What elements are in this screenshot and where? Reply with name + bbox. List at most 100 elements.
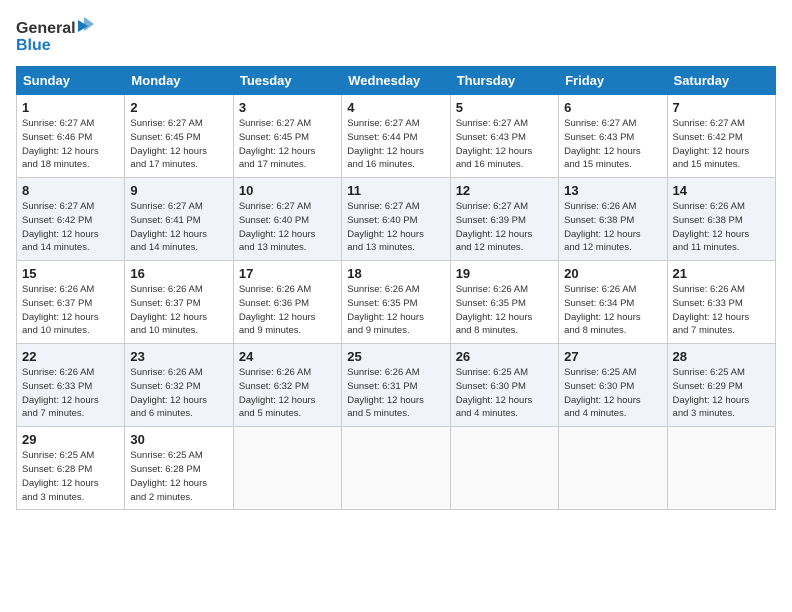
day-number: 1 (22, 100, 119, 115)
day-number: 3 (239, 100, 336, 115)
calendar-cell: 14 Sunrise: 6:26 AM Sunset: 6:38 PM Dayli… (667, 178, 775, 261)
day-number: 23 (130, 349, 227, 364)
calendar-cell (559, 427, 667, 510)
day-number: 12 (456, 183, 553, 198)
day-info: Sunrise: 6:26 AM Sunset: 6:33 PM Dayligh… (22, 366, 119, 421)
page-header: GeneralBlue (16, 16, 776, 54)
calendar-cell: 13 Sunrise: 6:26 AM Sunset: 6:38 PM Dayli… (559, 178, 667, 261)
day-number: 2 (130, 100, 227, 115)
day-info: Sunrise: 6:26 AM Sunset: 6:37 PM Dayligh… (22, 283, 119, 338)
day-number: 10 (239, 183, 336, 198)
day-info: Sunrise: 6:25 AM Sunset: 6:30 PM Dayligh… (456, 366, 553, 421)
day-info: Sunrise: 6:26 AM Sunset: 6:38 PM Dayligh… (564, 200, 661, 255)
calendar-week-row: 15 Sunrise: 6:26 AM Sunset: 6:37 PM Dayli… (17, 261, 776, 344)
weekday-header-tuesday: Tuesday (233, 67, 341, 95)
calendar-cell: 4 Sunrise: 6:27 AM Sunset: 6:44 PM Daylig… (342, 95, 450, 178)
day-number: 7 (673, 100, 770, 115)
svg-text:General: General (16, 20, 76, 37)
calendar-cell (667, 427, 775, 510)
weekday-header-wednesday: Wednesday (342, 67, 450, 95)
day-info: Sunrise: 6:26 AM Sunset: 6:35 PM Dayligh… (347, 283, 444, 338)
calendar-cell: 7 Sunrise: 6:27 AM Sunset: 6:42 PM Daylig… (667, 95, 775, 178)
calendar-cell: 8 Sunrise: 6:27 AM Sunset: 6:42 PM Daylig… (17, 178, 125, 261)
day-info: Sunrise: 6:27 AM Sunset: 6:45 PM Dayligh… (239, 117, 336, 172)
day-info: Sunrise: 6:27 AM Sunset: 6:46 PM Dayligh… (22, 117, 119, 172)
calendar-week-row: 22Sunrise: 6:26 AM Sunset: 6:33 PM Dayli… (17, 344, 776, 427)
day-number: 14 (673, 183, 770, 198)
day-info: Sunrise: 6:26 AM Sunset: 6:37 PM Dayligh… (130, 283, 227, 338)
calendar-cell (450, 427, 558, 510)
day-info: Sunrise: 6:25 AM Sunset: 6:29 PM Dayligh… (673, 366, 770, 421)
day-info: Sunrise: 6:26 AM Sunset: 6:38 PM Dayligh… (673, 200, 770, 255)
day-info: Sunrise: 6:26 AM Sunset: 6:33 PM Dayligh… (673, 283, 770, 338)
calendar-cell: 26 Sunrise: 6:25 AM Sunset: 6:30 PM Dayli… (450, 344, 558, 427)
day-info: Sunrise: 6:26 AM Sunset: 6:31 PM Dayligh… (347, 366, 444, 421)
day-number: 20 (564, 266, 661, 281)
calendar-week-row: 8 Sunrise: 6:27 AM Sunset: 6:42 PM Daylig… (17, 178, 776, 261)
calendar-cell: 21 Sunrise: 6:26 AM Sunset: 6:33 PM Dayli… (667, 261, 775, 344)
weekday-header-sunday: Sunday (17, 67, 125, 95)
day-number: 17 (239, 266, 336, 281)
calendar-cell: 30Sunrise: 6:25 AM Sunset: 6:28 PM Dayli… (125, 427, 233, 510)
calendar-cell: 20 Sunrise: 6:26 AM Sunset: 6:34 PM Dayli… (559, 261, 667, 344)
weekday-header-monday: Monday (125, 67, 233, 95)
day-info: Sunrise: 6:27 AM Sunset: 6:42 PM Dayligh… (673, 117, 770, 172)
calendar-cell: 6Sunrise: 6:27 AM Sunset: 6:43 PM Daylig… (559, 95, 667, 178)
calendar-cell: 2Sunrise: 6:27 AM Sunset: 6:45 PM Daylig… (125, 95, 233, 178)
day-info: Sunrise: 6:25 AM Sunset: 6:28 PM Dayligh… (22, 449, 119, 504)
calendar-cell: 24Sunrise: 6:26 AM Sunset: 6:32 PM Dayli… (233, 344, 341, 427)
calendar-cell: 23 Sunrise: 6:26 AM Sunset: 6:32 PM Dayli… (125, 344, 233, 427)
calendar-cell: 1 Sunrise: 6:27 AM Sunset: 6:46 PM Daylig… (17, 95, 125, 178)
day-number: 19 (456, 266, 553, 281)
calendar-cell: 10 Sunrise: 6:27 AM Sunset: 6:40 PM Dayli… (233, 178, 341, 261)
calendar-cell: 12Sunrise: 6:27 AM Sunset: 6:39 PM Dayli… (450, 178, 558, 261)
day-number: 13 (564, 183, 661, 198)
day-number: 11 (347, 183, 444, 198)
calendar-cell: 28 Sunrise: 6:25 AM Sunset: 6:29 PM Dayli… (667, 344, 775, 427)
calendar-cell (233, 427, 341, 510)
day-info: Sunrise: 6:27 AM Sunset: 6:40 PM Dayligh… (239, 200, 336, 255)
day-info: Sunrise: 6:26 AM Sunset: 6:35 PM Dayligh… (456, 283, 553, 338)
day-number: 5 (456, 100, 553, 115)
calendar-cell: 25Sunrise: 6:26 AM Sunset: 6:31 PM Dayli… (342, 344, 450, 427)
day-number: 21 (673, 266, 770, 281)
day-info: Sunrise: 6:27 AM Sunset: 6:43 PM Dayligh… (456, 117, 553, 172)
weekday-header-friday: Friday (559, 67, 667, 95)
calendar-header-row: SundayMondayTuesdayWednesdayThursdayFrid… (17, 67, 776, 95)
calendar-table: SundayMondayTuesdayWednesdayThursdayFrid… (16, 66, 776, 510)
calendar-cell: 18 Sunrise: 6:26 AM Sunset: 6:35 PM Dayli… (342, 261, 450, 344)
day-info: Sunrise: 6:26 AM Sunset: 6:34 PM Dayligh… (564, 283, 661, 338)
day-number: 9 (130, 183, 227, 198)
day-number: 16 (130, 266, 227, 281)
calendar-cell: 16 Sunrise: 6:26 AM Sunset: 6:37 PM Dayli… (125, 261, 233, 344)
calendar-cell: 15 Sunrise: 6:26 AM Sunset: 6:37 PM Dayli… (17, 261, 125, 344)
day-number: 28 (673, 349, 770, 364)
day-info: Sunrise: 6:25 AM Sunset: 6:28 PM Dayligh… (130, 449, 227, 504)
calendar-cell: 19 Sunrise: 6:26 AM Sunset: 6:35 PM Dayli… (450, 261, 558, 344)
calendar-cell: 29 Sunrise: 6:25 AM Sunset: 6:28 PM Dayli… (17, 427, 125, 510)
day-number: 29 (22, 432, 119, 447)
day-info: Sunrise: 6:27 AM Sunset: 6:42 PM Dayligh… (22, 200, 119, 255)
calendar-cell (342, 427, 450, 510)
day-info: Sunrise: 6:26 AM Sunset: 6:36 PM Dayligh… (239, 283, 336, 338)
logo-svg: GeneralBlue (16, 16, 96, 54)
calendar-cell: 9Sunrise: 6:27 AM Sunset: 6:41 PM Daylig… (125, 178, 233, 261)
day-number: 18 (347, 266, 444, 281)
day-number: 26 (456, 349, 553, 364)
day-number: 15 (22, 266, 119, 281)
day-info: Sunrise: 6:26 AM Sunset: 6:32 PM Dayligh… (130, 366, 227, 421)
calendar-week-row: 1 Sunrise: 6:27 AM Sunset: 6:46 PM Daylig… (17, 95, 776, 178)
calendar-cell: 11Sunrise: 6:27 AM Sunset: 6:40 PM Dayli… (342, 178, 450, 261)
logo: GeneralBlue (16, 16, 96, 54)
day-number: 8 (22, 183, 119, 198)
calendar-cell: 27Sunrise: 6:25 AM Sunset: 6:30 PM Dayli… (559, 344, 667, 427)
day-number: 4 (347, 100, 444, 115)
calendar-week-row: 29 Sunrise: 6:25 AM Sunset: 6:28 PM Dayli… (17, 427, 776, 510)
calendar-cell: 3 Sunrise: 6:27 AM Sunset: 6:45 PM Daylig… (233, 95, 341, 178)
svg-text:Blue: Blue (16, 37, 51, 54)
day-number: 24 (239, 349, 336, 364)
day-info: Sunrise: 6:27 AM Sunset: 6:43 PM Dayligh… (564, 117, 661, 172)
day-info: Sunrise: 6:27 AM Sunset: 6:44 PM Dayligh… (347, 117, 444, 172)
calendar-cell: 5 Sunrise: 6:27 AM Sunset: 6:43 PM Daylig… (450, 95, 558, 178)
weekday-header-thursday: Thursday (450, 67, 558, 95)
